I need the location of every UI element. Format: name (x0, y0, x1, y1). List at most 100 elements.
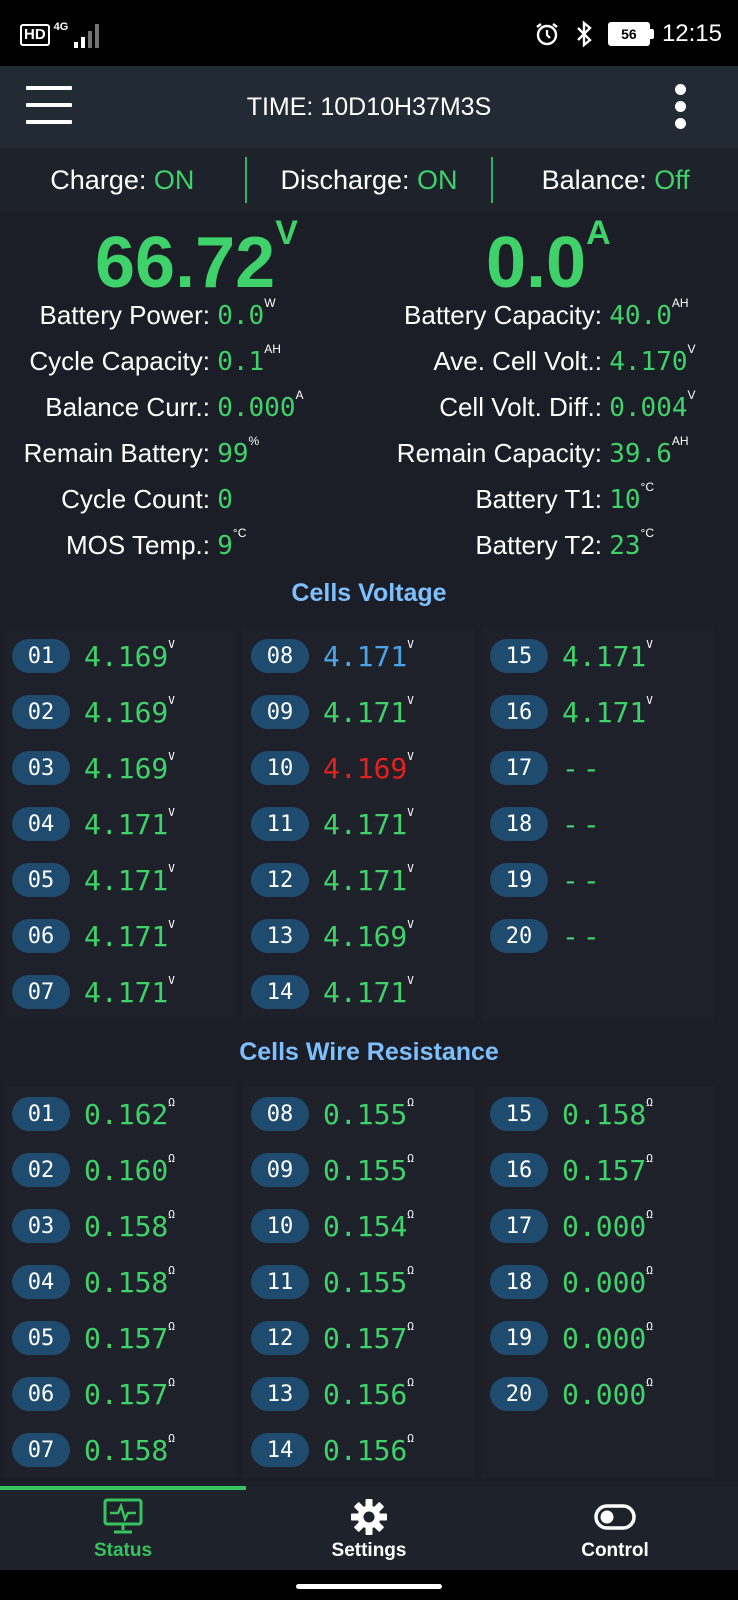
cell-value-text: 0.158 (84, 1209, 169, 1243)
cell-item: 02 4.169V (0, 684, 240, 740)
cell-number-badge: 05 (12, 1321, 70, 1355)
cell-value-text: 4.171 (84, 863, 169, 897)
stat-value: 0.1 (217, 347, 265, 377)
cell-item: 20 0.000Ω (478, 1366, 718, 1422)
cell-number-badge: 19 (490, 863, 548, 897)
cell-value-text: 4.171 (84, 919, 169, 953)
cell-unit: V (407, 637, 414, 651)
cell-number-badge: 17 (490, 751, 548, 785)
wire-resistance-title: Cells Wire Resistance (239, 1038, 499, 1066)
cell-item: 03 0.158Ω (0, 1198, 240, 1254)
cell-unit: V (168, 973, 175, 987)
cell-number-badge: 11 (251, 807, 309, 841)
cell-number-badge: 08 (251, 1097, 309, 1131)
cell-value-text: 0.157 (562, 1153, 647, 1187)
cell-unit: V (407, 973, 414, 987)
stat-value: 40.0 (609, 301, 672, 331)
stat-row: Remain Battery: 99% (0, 434, 360, 469)
cell-unit: Ω (407, 1207, 414, 1221)
stat-row: Battery T2: 23°C (370, 526, 738, 561)
stat-label: Ave. Cell Volt.: (433, 346, 602, 376)
total-voltage-value: 66.72 (95, 223, 276, 303)
tab-status[interactable]: Status (0, 1486, 246, 1570)
cell-unit: Ω (646, 1319, 653, 1333)
cell-value-text: 0.156 (323, 1377, 408, 1411)
discharge-status: Discharge: ON (247, 165, 492, 196)
cell-value-text: 4.171 (323, 863, 408, 897)
cell-value-text: 0.155 (323, 1265, 408, 1299)
cell-value: 4.171V (323, 973, 414, 1009)
cell-item: 07 4.171V (0, 964, 240, 1020)
cell-unit: Ω (407, 1319, 414, 1333)
cell-item: 10 4.169V (239, 740, 479, 796)
cell-value-text: 0.162 (84, 1097, 169, 1131)
discharge-value: ON (417, 164, 458, 195)
cell-item: 12 0.157Ω (239, 1310, 479, 1366)
stat-value: 23 (609, 531, 641, 561)
bottom-navigation: Status Settings Control (0, 1486, 738, 1570)
cell-unit: Ω (646, 1375, 653, 1389)
cell-value-text: 4.171 (323, 807, 408, 841)
bluetooth-icon (577, 20, 592, 48)
gesture-bar (0, 1570, 738, 1600)
stat-label: Balance Curr.: (45, 392, 210, 422)
stat-value: 10 (609, 485, 641, 515)
cell-item: 19 0.000Ω (478, 1310, 718, 1366)
cell-value-text: -- (562, 751, 604, 785)
current-unit: A (586, 214, 611, 252)
cell-item: 18 -- (478, 796, 718, 852)
cells-voltage-grid: 01 4.169V 02 4.169V 03 4.169V 04 4.171V 05 4.171V… (0, 628, 738, 1020)
cell-item: 15 4.171V (478, 628, 718, 684)
cell-number-badge: 18 (490, 807, 548, 841)
cell-item: 06 4.171V (0, 908, 240, 964)
stat-label: Cycle Capacity: (29, 346, 210, 376)
stat-value: 9 (217, 531, 233, 561)
cell-number-badge: 16 (490, 695, 548, 729)
cell-unit: Ω (407, 1151, 414, 1165)
cell-number-badge: 06 (12, 1377, 70, 1411)
cell-item: 05 4.171V (0, 852, 240, 908)
cell-item: 11 4.171V (239, 796, 479, 852)
cell-value-text: 0.155 (323, 1153, 408, 1187)
more-options-icon[interactable] (672, 84, 688, 130)
cell-value: -- (562, 864, 604, 897)
cell-value-text: 0.157 (84, 1321, 169, 1355)
cell-item: 03 4.169V (0, 740, 240, 796)
tab-settings[interactable]: Settings (246, 1486, 492, 1570)
cell-unit: V (407, 805, 414, 819)
total-current-value: 0.0 (486, 223, 587, 303)
cell-number-badge: 10 (251, 1209, 309, 1243)
cell-value: 4.169V (84, 638, 175, 673)
cell-unit: V (168, 861, 175, 875)
tab-control[interactable]: Control (492, 1486, 738, 1570)
cell-number-badge: 03 (12, 751, 70, 785)
stat-value: 0 (217, 485, 233, 515)
cell-unit: V (646, 693, 653, 707)
cell-number-badge: 20 (490, 1377, 548, 1411)
cell-value-text: 0.156 (323, 1433, 408, 1467)
cell-item: 14 0.156Ω (239, 1422, 479, 1478)
cell-value-text: 0.000 (562, 1265, 647, 1299)
stat-value: 4.170 (609, 347, 688, 377)
cell-value-text: 4.171 (562, 695, 647, 729)
cell-unit: Ω (407, 1095, 414, 1109)
cell-value-text: -- (562, 863, 604, 897)
cell-value-text: -- (562, 919, 604, 953)
cell-item: 16 0.157Ω (478, 1142, 718, 1198)
cell-value: 0.154Ω (323, 1207, 414, 1243)
stat-row: Battery Power: 0.0W (0, 296, 360, 331)
balance-value: Off (654, 164, 690, 195)
cell-number-badge: 18 (490, 1265, 548, 1299)
stat-row: Cell Volt. Diff.: 0.004V (370, 388, 738, 423)
stat-row: Remain Capacity: 39.6AH (370, 434, 738, 469)
cell-item: 04 4.171V (0, 796, 240, 852)
cell-item: 19 -- (478, 852, 718, 908)
cell-value-text: 4.171 (323, 695, 408, 729)
cell-value-text: 0.154 (323, 1209, 408, 1243)
stat-value: 0.000 (217, 393, 296, 423)
cell-value-text: 4.169 (323, 751, 408, 785)
cell-value: 0.158Ω (84, 1264, 175, 1299)
cell-number-badge: 07 (12, 975, 70, 1009)
stat-label: Battery T1: (475, 484, 602, 514)
battery-level: 56 (607, 22, 650, 46)
